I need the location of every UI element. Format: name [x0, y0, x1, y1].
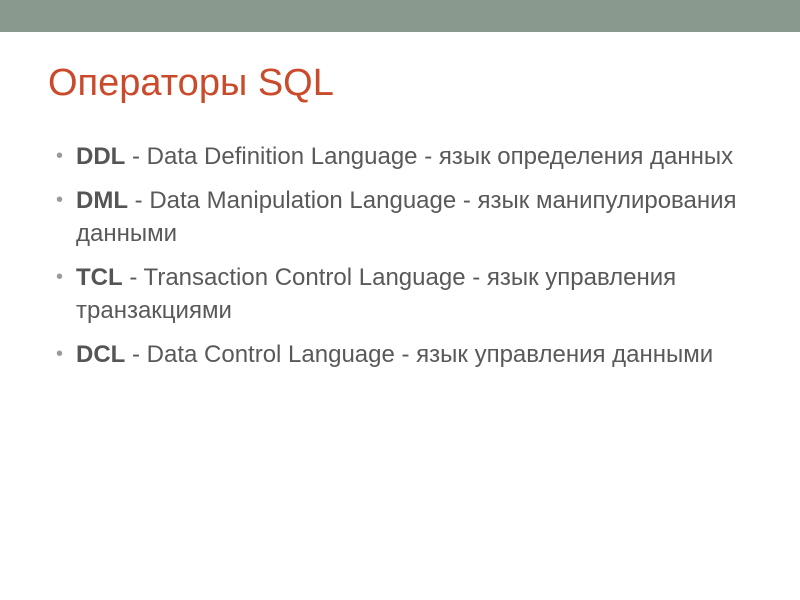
term: DCL — [76, 341, 125, 368]
list-item: TCL - Transaction Control Language - язы… — [62, 262, 752, 327]
term: DML — [76, 187, 128, 214]
list-item: DML - Data Manipulation Language - язык … — [62, 185, 752, 250]
slide-top-accent-bar — [0, 0, 800, 32]
list-item: DCL - Data Control Language - язык управ… — [62, 339, 752, 371]
term-description: - Data Manipulation Language - язык мани… — [76, 187, 737, 246]
term-description: - Data Definition Language - язык опреде… — [125, 143, 733, 170]
term: DDL — [76, 143, 125, 170]
bullet-list: DDL - Data Definition Language - язык оп… — [48, 141, 752, 371]
term-description: - Data Control Language - язык управлени… — [125, 341, 713, 368]
slide-title: Операторы SQL — [48, 62, 752, 105]
term: TCL — [76, 264, 123, 291]
list-item: DDL - Data Definition Language - язык оп… — [62, 141, 752, 173]
slide-body: Операторы SQL DDL - Data Definition Lang… — [0, 32, 800, 403]
term-description: - Transaction Control Language - язык уп… — [76, 264, 676, 323]
